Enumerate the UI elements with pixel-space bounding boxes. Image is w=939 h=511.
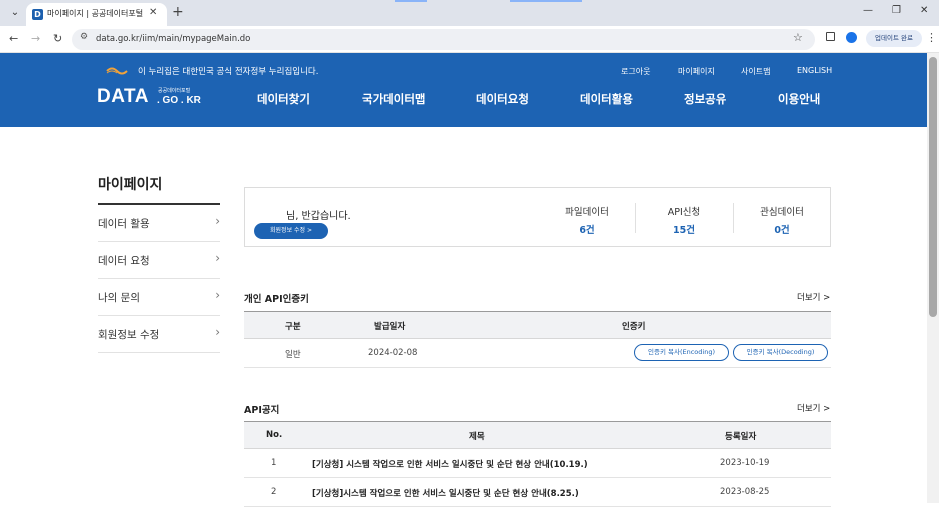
- stat-value: 0건: [774, 225, 790, 236]
- stat-api-request[interactable]: API신청 15건: [638, 204, 730, 236]
- tab-title: 마이페이지 | 공공데이터포털: [47, 9, 144, 18]
- stat-value: 6건: [579, 225, 595, 236]
- edit-profile-button[interactable]: 회원정보 수정 >: [254, 223, 328, 239]
- profile-icon[interactable]: [846, 32, 857, 43]
- tab-close-icon[interactable]: ✕: [149, 7, 157, 18]
- chevron-right-icon: ›: [215, 288, 220, 302]
- url-text: data.go.kr/iim/main/mypageMain.do: [96, 34, 251, 44]
- reload-icon[interactable]: ↻: [53, 32, 62, 45]
- copy-key-encoding-button[interactable]: 인증키 복사(Encoding): [634, 344, 729, 361]
- api-key-table: 구분 발급일자 인증키 일반 2024-02-08 인증키 복사(Encodin…: [244, 311, 831, 368]
- notice-title-link[interactable]: [기상청]시스템 작업으로 인한 서비스 일시중단 및 순단 현상 안내(8.2…: [312, 487, 579, 499]
- column-header: 등록일자: [725, 432, 757, 442]
- notice-date: 2023-10-19: [720, 458, 770, 468]
- forward-icon[interactable]: →: [31, 32, 40, 45]
- site-logo-subtitle: 공공데이터포털: [158, 88, 191, 94]
- column-header: 발급일자: [374, 322, 406, 332]
- sidebar-item-my-inquiry[interactable]: 나의 문의 ›: [98, 279, 220, 316]
- stat-value: 15건: [673, 225, 695, 236]
- column-header: No.: [266, 430, 283, 440]
- tab-search-icon[interactable]: ⌄: [7, 5, 23, 21]
- sidebar-item-edit-profile[interactable]: 회원정보 수정 ›: [98, 316, 220, 353]
- nav-data-search[interactable]: 데이터찾기: [257, 91, 310, 107]
- stat-file-data[interactable]: 파일데이터 6건: [541, 204, 633, 236]
- sidebar-item-data-usage[interactable]: 데이터 활용 ›: [98, 205, 220, 242]
- sidebar-item-label: 나의 문의: [98, 292, 140, 304]
- url-field[interactable]: ⚙ data.go.kr/iim/main/mypageMain.do: [72, 29, 815, 50]
- column-header: 인증키: [622, 322, 646, 332]
- chevron-right-icon: ›: [215, 214, 220, 228]
- back-icon[interactable]: ←: [9, 32, 18, 45]
- key-type: 일반: [285, 350, 301, 360]
- stat-label: API신청: [667, 207, 701, 218]
- gov-emblem-icon: [106, 67, 128, 75]
- site-header: 이 누리집은 대한민국 공식 전자정부 누리집입니다. 로그아웃 마이페이지 사…: [0, 53, 927, 127]
- sidebar-item-label: 회원정보 수정: [98, 329, 160, 341]
- nav-data-request[interactable]: 데이터요청: [476, 91, 529, 107]
- key-issue-date: 2024-02-08: [368, 348, 418, 358]
- site-settings-icon[interactable]: ⚙: [80, 32, 88, 42]
- table-row: 일반 2024-02-08 인증키 복사(Encoding) 인증키 복사(De…: [244, 339, 831, 368]
- nav-data-usage[interactable]: 데이터활용: [580, 91, 633, 107]
- tab-accent: [395, 0, 427, 2]
- sidebar-title: 마이페이지: [98, 177, 163, 193]
- nav-national-data-map[interactable]: 국가데이터맵: [362, 91, 425, 107]
- notice-number: 2: [271, 487, 277, 497]
- notice-date: 2023-08-25: [720, 487, 770, 497]
- column-header: 구분: [285, 322, 301, 332]
- bookmark-star-icon[interactable]: ☆: [793, 31, 803, 44]
- tab-accent: [510, 0, 582, 2]
- favicon-icon: D: [32, 9, 43, 20]
- copy-key-decoding-button[interactable]: 인증키 복사(Decoding): [733, 344, 828, 361]
- api-notice-more-link[interactable]: 더보기 >: [797, 402, 830, 414]
- window-close-icon[interactable]: ✕: [920, 5, 928, 16]
- api-notice-section-title: API공지: [244, 405, 280, 416]
- chevron-right-icon: ›: [215, 251, 220, 265]
- sidebar-item-label: 데이터 활용: [98, 218, 150, 230]
- notice-number: 1: [271, 458, 277, 468]
- english-link[interactable]: ENGLISH: [797, 66, 832, 75]
- stat-divider: [733, 203, 734, 233]
- api-key-more-link[interactable]: 더보기 >: [797, 291, 830, 303]
- column-header: 제목: [469, 432, 485, 442]
- chevron-right-icon: ›: [215, 325, 220, 339]
- page-scrollbar-thumb[interactable]: [929, 57, 937, 317]
- side-panel-icon[interactable]: [826, 32, 835, 41]
- site-logo-domain: . GO . KR: [157, 95, 201, 106]
- minimize-icon[interactable]: —: [863, 5, 873, 16]
- new-tab-icon[interactable]: +: [172, 4, 184, 20]
- api-key-section-title: 개인 API인증키: [244, 294, 309, 305]
- sidebar-item-label: 데이터 요청: [98, 255, 150, 267]
- stat-interest-data[interactable]: 관심데이터 0건: [736, 204, 828, 236]
- nav-guide[interactable]: 이용안내: [778, 91, 820, 107]
- stat-label: 관심데이터: [760, 207, 804, 218]
- table-header: No. 제목 등록일자: [244, 422, 831, 449]
- greeting-text: 님, 반갑습니다.: [286, 211, 351, 222]
- mypage-link[interactable]: 마이페이지: [678, 66, 715, 77]
- sidebar-item-data-request[interactable]: 데이터 요청 ›: [98, 242, 220, 279]
- api-notice-table: No. 제목 등록일자 1 [기상청] 시스템 작업으로 인한 서비스 일시중단…: [244, 421, 831, 511]
- table-row[interactable]: 1 [기상청] 시스템 작업으로 인한 서비스 일시중단 및 순단 현상 안내(…: [244, 449, 831, 478]
- sitemap-link[interactable]: 사이트맵: [741, 66, 770, 77]
- logout-link[interactable]: 로그아웃: [621, 66, 650, 77]
- notice-title-link[interactable]: [기상청] 시스템 작업으로 인한 서비스 일시중단 및 순단 현상 안내(10…: [312, 458, 588, 470]
- site-logo[interactable]: DATA: [97, 86, 149, 108]
- update-button[interactable]: 업데이트 완료: [866, 30, 922, 47]
- browser-tab-bar: ⌄ D 마이페이지 | 공공데이터포털 ✕ + — ❐ ✕: [0, 0, 939, 26]
- user-summary-box: 님, 반갑습니다. 회원정보 수정 > 파일데이터 6건 API신청 15건 관…: [244, 187, 831, 247]
- browser-tab[interactable]: D 마이페이지 | 공공데이터포털 ✕: [26, 3, 167, 26]
- stat-divider: [635, 203, 636, 233]
- nav-info-share[interactable]: 정보공유: [684, 91, 726, 107]
- stat-label: 파일데이터: [565, 207, 609, 218]
- table-header: 구분 발급일자 인증키: [244, 312, 831, 339]
- browser-menu-icon[interactable]: ⋮: [926, 31, 937, 44]
- restore-icon[interactable]: ❐: [892, 5, 901, 16]
- gov-notice: 이 누리집은 대한민국 공식 전자정부 누리집입니다.: [138, 67, 319, 77]
